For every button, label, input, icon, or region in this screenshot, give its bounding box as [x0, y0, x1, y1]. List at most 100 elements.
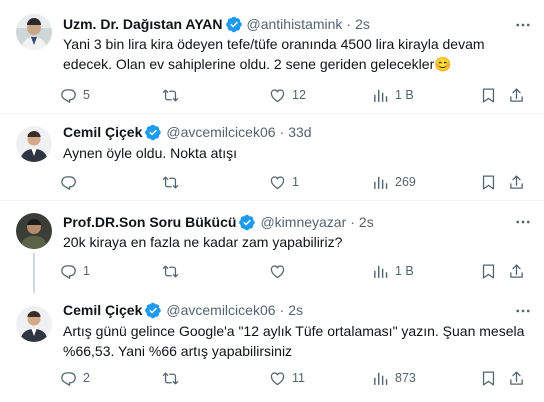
heart-icon — [269, 263, 286, 280]
heart-icon — [269, 87, 286, 104]
bookmark-icon — [480, 263, 497, 280]
timestamp[interactable]: 2s — [359, 214, 374, 230]
tweet-4[interactable]: Cemil Çiçek @avcemilcicek06 · 2s Artış g… — [0, 290, 544, 402]
verified-badge-icon — [226, 16, 243, 33]
bookmark-icon — [480, 174, 497, 191]
reply-button[interactable]: 5 — [60, 84, 90, 106]
reply-button[interactable] — [60, 171, 83, 193]
author-handle[interactable]: @antihistamink — [247, 16, 343, 32]
tweet-2[interactable]: Cemil Çiçek @avcemilcicek06 · 33d Aynen … — [0, 114, 544, 200]
timestamp[interactable]: 33d — [288, 124, 311, 140]
share-button[interactable] — [508, 171, 525, 193]
like-count: 1 — [292, 175, 299, 189]
views-count: 1 B — [395, 88, 414, 102]
verified-badge-icon — [145, 124, 162, 141]
tweet-3[interactable]: Prof.DR.Son Soru Bükücü @kimneyazar · 2s… — [0, 201, 544, 293]
retweet-button[interactable] — [162, 84, 185, 106]
author-handle[interactable]: @avcemilcicek06 — [166, 124, 275, 140]
bookmark-button[interactable] — [480, 367, 497, 389]
timestamp[interactable]: 2s — [288, 302, 303, 318]
more-icon[interactable] — [512, 300, 534, 322]
views-button[interactable]: 873 — [372, 367, 416, 389]
reply-count: 1 — [83, 264, 90, 278]
like-button[interactable]: 11 — [269, 367, 305, 389]
bookmark-icon — [480, 87, 497, 104]
tweet-text-line: %66,53. Yani %66 artış yapabilirsiniz — [63, 343, 293, 359]
reply-button[interactable]: 2 — [60, 367, 90, 389]
like-button[interactable] — [269, 260, 292, 282]
tweet-text-line: 20k kiraya en fazla ne kadar zam yapabil… — [63, 234, 343, 250]
reply-icon — [60, 263, 77, 280]
share-icon — [508, 87, 525, 104]
views-count: 269 — [395, 175, 416, 189]
views-button[interactable]: 269 — [372, 171, 416, 193]
action-bar: 2 11 873 — [56, 367, 532, 389]
share-icon — [508, 263, 525, 280]
heart-icon — [269, 370, 286, 387]
author-name[interactable]: Cemil Çiçek — [63, 124, 142, 140]
avatar[interactable] — [16, 213, 52, 249]
author-name[interactable]: Uzm. Dr. Dağıstan AYAN — [63, 16, 223, 32]
tweet-text-line: Yani 3 bin lira kira ödeyen tefe/tüfe or… — [63, 36, 485, 52]
tweet-header: Uzm. Dr. Dağıstan AYAN @antihistamink · … — [63, 14, 370, 34]
reply-count: 5 — [83, 88, 90, 102]
bookmark-button[interactable] — [480, 171, 497, 193]
reply-button[interactable]: 1 — [60, 260, 90, 282]
tweet-text-line: Artış günü gelince Google'a "12 aylık Tü… — [63, 323, 525, 339]
tweet-text: Aynen öyle oldu. Nokta atışı — [63, 143, 528, 163]
views-icon — [372, 370, 389, 387]
retweet-button[interactable] — [162, 367, 185, 389]
retweet-icon — [162, 263, 179, 280]
share-button[interactable] — [508, 260, 525, 282]
avatar[interactable] — [16, 126, 52, 162]
heart-icon — [269, 174, 286, 191]
verified-badge-icon — [145, 302, 162, 319]
verified-badge-icon — [239, 214, 256, 231]
share-button[interactable] — [508, 367, 525, 389]
action-bar: 1 269 — [56, 171, 532, 193]
like-count: 11 — [292, 371, 305, 385]
more-icon[interactable] — [512, 211, 534, 233]
retweet-button[interactable] — [162, 171, 185, 193]
views-icon — [372, 87, 389, 104]
thread-line — [33, 253, 35, 293]
tweet-header: Cemil Çiçek @avcemilcicek06 · 33d — [63, 122, 312, 142]
separator-dot: · — [279, 302, 285, 318]
retweet-button[interactable] — [162, 260, 185, 282]
tweet-text: Artış günü gelince Google'a "12 aylık Tü… — [63, 321, 528, 361]
author-name[interactable]: Cemil Çiçek — [63, 302, 142, 318]
author-handle[interactable]: @kimneyazar — [260, 214, 346, 230]
action-bar: 1 1 B — [56, 260, 532, 282]
tweet-1[interactable]: Uzm. Dr. Dağıstan AYAN @antihistamink · … — [0, 0, 544, 118]
author-handle[interactable]: @avcemilcicek06 — [166, 302, 275, 318]
views-icon — [372, 263, 389, 280]
tweet-text: Yani 3 bin lira kira ödeyen tefe/tüfe or… — [63, 34, 528, 74]
retweet-icon — [162, 174, 179, 191]
timestamp[interactable]: 2s — [355, 16, 370, 32]
separator-dot: · — [346, 16, 352, 32]
author-name[interactable]: Prof.DR.Son Soru Bükücü — [63, 214, 236, 230]
reply-icon — [60, 174, 77, 191]
views-button[interactable]: 1 B — [372, 260, 414, 282]
tweet-text-line: Aynen öyle oldu. Nokta atışı — [63, 145, 238, 161]
like-count: 12 — [292, 88, 306, 102]
avatar[interactable] — [16, 14, 52, 50]
bookmark-button[interactable] — [480, 260, 497, 282]
views-icon — [372, 174, 389, 191]
share-button[interactable] — [508, 84, 525, 106]
smile-emoji: 😊 — [434, 56, 452, 72]
avatar[interactable] — [16, 306, 52, 342]
bookmark-icon — [480, 370, 497, 387]
reply-icon — [60, 370, 77, 387]
like-button[interactable]: 1 — [269, 171, 299, 193]
tweet-header: Cemil Çiçek @avcemilcicek06 · 2s — [63, 300, 303, 320]
views-button[interactable]: 1 B — [372, 84, 414, 106]
action-bar: 5 12 1 B — [56, 84, 532, 106]
retweet-icon — [162, 370, 179, 387]
more-icon[interactable] — [512, 14, 534, 36]
retweet-icon — [162, 87, 179, 104]
views-count: 1 B — [395, 264, 414, 278]
views-count: 873 — [395, 371, 416, 385]
bookmark-button[interactable] — [480, 84, 497, 106]
like-button[interactable]: 12 — [269, 84, 306, 106]
